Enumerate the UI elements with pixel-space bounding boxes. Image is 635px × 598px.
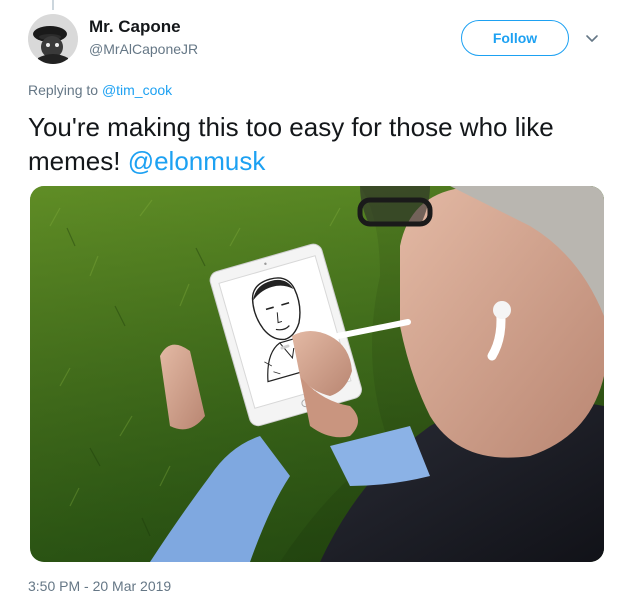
avatar[interactable] bbox=[28, 14, 78, 64]
reply-target-link[interactable]: @tim_cook bbox=[102, 82, 172, 98]
author-names: Mr. Capone @MrAlCaponeJR bbox=[89, 16, 198, 58]
tweet-header: Mr. Capone @MrAlCaponeJR Follow bbox=[28, 14, 608, 68]
tweet-body: You're making this too easy for those wh… bbox=[28, 112, 554, 176]
thread-connector-line bbox=[52, 0, 54, 10]
chevron-down-icon[interactable] bbox=[584, 30, 600, 46]
tweet-text: You're making this too easy for those wh… bbox=[28, 110, 608, 178]
display-name[interactable]: Mr. Capone bbox=[89, 16, 198, 38]
author-handle[interactable]: @MrAlCaponeJR bbox=[89, 40, 198, 58]
replying-to: Replying to @tim_cook bbox=[28, 82, 172, 98]
mention-link[interactable]: @elonmusk bbox=[128, 146, 266, 176]
follow-button[interactable]: Follow bbox=[461, 20, 569, 56]
tweet-timestamp[interactable]: 3:50 PM - 20 Mar 2019 bbox=[28, 578, 171, 594]
tweet-photo[interactable] bbox=[30, 186, 604, 562]
replying-prefix: Replying to bbox=[28, 82, 99, 98]
